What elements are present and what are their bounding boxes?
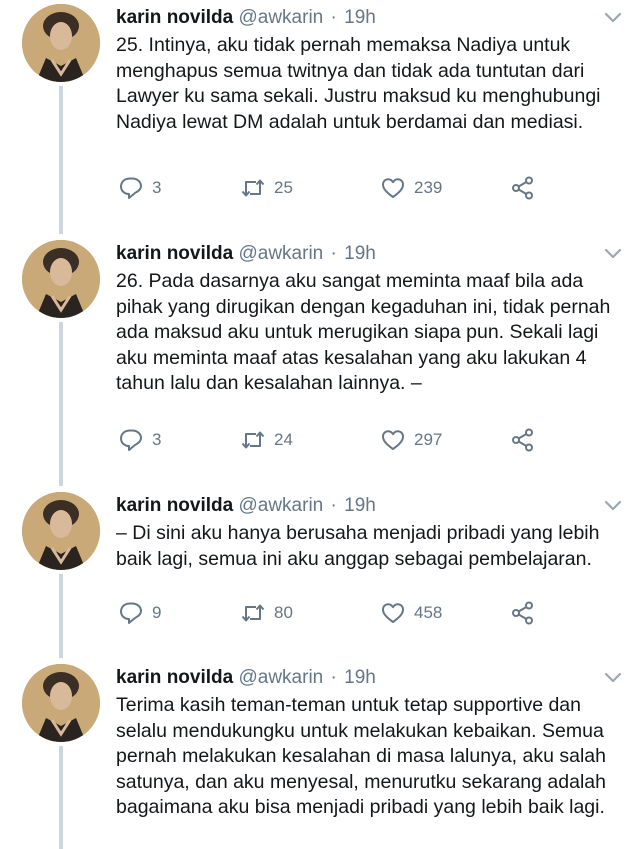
reply-icon bbox=[120, 177, 142, 199]
tweet-actions: 9 80 458 bbox=[118, 600, 548, 626]
tweet[interactable]: karin novilda @awkarin · 19h Terima kasi… bbox=[0, 660, 640, 849]
user-handle[interactable]: @awkarin bbox=[238, 7, 323, 28]
tweet-text: 26. Pada dasarnya aku sangat meminta maa… bbox=[116, 270, 611, 394]
retweet-icon bbox=[241, 604, 265, 622]
chevron-down-icon[interactable] bbox=[604, 248, 622, 260]
like-count: 239 bbox=[414, 178, 443, 197]
retweet-icon bbox=[241, 179, 265, 197]
separator-dot: · bbox=[330, 667, 337, 688]
like-button[interactable]: 239 bbox=[380, 175, 442, 201]
separator-dot: · bbox=[330, 495, 337, 516]
reply-count: 3 bbox=[152, 178, 162, 197]
user-handle[interactable]: @awkarin bbox=[238, 667, 323, 688]
reply-count: 3 bbox=[152, 430, 162, 449]
tweet-header: karin novilda @awkarin · 19h bbox=[116, 6, 376, 30]
display-name[interactable]: karin novilda bbox=[116, 495, 233, 516]
heart-icon bbox=[382, 603, 404, 623]
reply-count: 9 bbox=[152, 603, 162, 622]
reply-button[interactable]: 3 bbox=[118, 427, 161, 453]
tweet-actions: 3 24 297 bbox=[118, 427, 548, 453]
share-icon bbox=[512, 601, 533, 625]
timestamp[interactable]: 19h bbox=[344, 667, 376, 688]
tweet-text: – Di sini aku hanya berusaha menjadi pri… bbox=[116, 522, 600, 570]
tweet-actions: 3 25 239 bbox=[118, 175, 548, 201]
timestamp[interactable]: 19h bbox=[344, 495, 376, 516]
timestamp[interactable]: 19h bbox=[344, 7, 376, 28]
display-name[interactable]: karin novilda bbox=[116, 7, 233, 28]
retweet-count: 25 bbox=[274, 178, 293, 197]
tweet-text: 25. Intinya, aku tidak pernah memaksa Na… bbox=[116, 34, 601, 133]
share-button[interactable] bbox=[510, 175, 536, 201]
tweet[interactable]: karin novilda @awkarin · 19h 26. Pada da… bbox=[0, 236, 640, 484]
separator-dot: · bbox=[330, 7, 337, 28]
like-count: 458 bbox=[414, 603, 443, 622]
retweet-button[interactable]: 25 bbox=[240, 175, 293, 201]
reply-icon bbox=[120, 602, 142, 624]
user-handle[interactable]: @awkarin bbox=[238, 243, 323, 264]
tweet-header: karin novilda @awkarin · 19h bbox=[116, 494, 376, 518]
like-button[interactable]: 458 bbox=[380, 600, 442, 626]
chevron-down-icon[interactable] bbox=[604, 672, 622, 684]
reply-button[interactable]: 9 bbox=[118, 600, 161, 626]
separator-dot: · bbox=[330, 243, 337, 264]
like-button[interactable]: 297 bbox=[380, 427, 442, 453]
share-icon bbox=[512, 176, 533, 200]
avatar[interactable] bbox=[22, 4, 100, 82]
heart-icon bbox=[382, 430, 404, 450]
tweet-header: karin novilda @awkarin · 19h bbox=[116, 666, 376, 690]
share-button[interactable] bbox=[510, 427, 536, 453]
retweet-button[interactable]: 80 bbox=[240, 600, 293, 626]
tweet[interactable]: karin novilda @awkarin · 19h – Di sini a… bbox=[0, 488, 640, 656]
tweet[interactable]: karin novilda @awkarin · 19h 25. Intinya… bbox=[0, 0, 640, 232]
share-button[interactable] bbox=[510, 600, 536, 626]
retweet-count: 24 bbox=[274, 430, 293, 449]
user-handle[interactable]: @awkarin bbox=[238, 495, 323, 516]
heart-icon bbox=[382, 178, 404, 198]
reply-icon bbox=[120, 429, 142, 451]
chevron-down-icon[interactable] bbox=[604, 500, 622, 512]
display-name[interactable]: karin novilda bbox=[116, 667, 233, 688]
avatar[interactable] bbox=[22, 492, 100, 570]
retweet-icon bbox=[241, 431, 265, 449]
chevron-down-icon[interactable] bbox=[604, 12, 622, 24]
reply-button[interactable]: 3 bbox=[118, 175, 161, 201]
retweet-count: 80 bbox=[274, 603, 293, 622]
tweet-text: Terima kasih teman-teman untuk tetap sup… bbox=[116, 694, 606, 818]
display-name[interactable]: karin novilda bbox=[116, 243, 233, 264]
avatar[interactable] bbox=[22, 664, 100, 742]
retweet-button[interactable]: 24 bbox=[240, 427, 293, 453]
timestamp[interactable]: 19h bbox=[344, 243, 376, 264]
tweet-header: karin novilda @awkarin · 19h bbox=[116, 242, 376, 266]
share-icon bbox=[512, 428, 533, 452]
like-count: 297 bbox=[414, 430, 443, 449]
avatar[interactable] bbox=[22, 240, 100, 318]
